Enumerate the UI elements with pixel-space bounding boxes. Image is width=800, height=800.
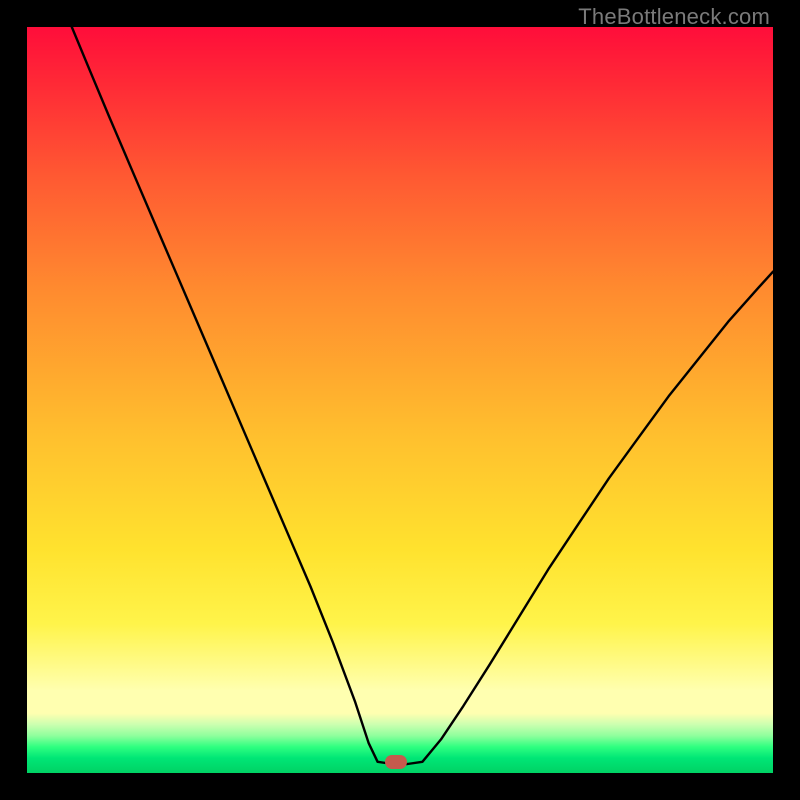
plot-area — [27, 27, 773, 773]
valley-marker — [385, 755, 407, 769]
curve-path — [72, 27, 773, 764]
chart-frame: TheBottleneck.com — [0, 0, 800, 800]
bottleneck-curve — [27, 27, 773, 773]
